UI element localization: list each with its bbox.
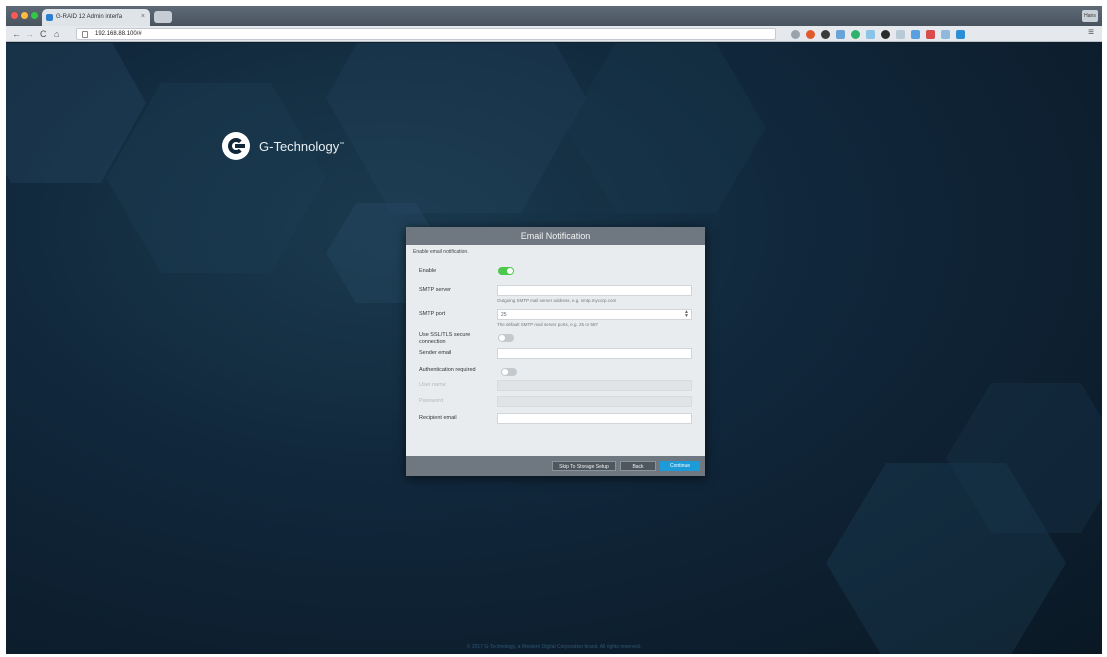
- toggle-knob: [507, 268, 513, 274]
- extension-icon[interactable]: [851, 29, 860, 39]
- page-icon: [82, 31, 88, 38]
- password-input: [497, 396, 692, 407]
- home-icon[interactable]: ⌂: [54, 28, 59, 40]
- extension-icons: [791, 29, 965, 39]
- ssl-label: Use SSL/TLS secure connection: [419, 332, 471, 345]
- back-button[interactable]: Back: [620, 461, 656, 471]
- minimize-window-icon[interactable]: [21, 12, 28, 19]
- favicon-icon: [46, 14, 53, 21]
- menu-icon[interactable]: ≡: [1088, 27, 1094, 38]
- page-footer: © 2017 G-Technology, a Western Digital C…: [466, 644, 642, 650]
- forward-icon[interactable]: →: [25, 28, 34, 40]
- extension-icon[interactable]: [881, 29, 890, 39]
- extension-icon[interactable]: [866, 29, 875, 39]
- reload-icon[interactable]: C: [40, 28, 47, 40]
- port-stepper-icon[interactable]: ▲ ▼: [684, 310, 689, 319]
- dialog-subtitle: Enable email notification.: [413, 249, 469, 255]
- tab-admin-interface[interactable]: G-RAID 12 Admin interfa ×: [42, 9, 150, 26]
- extension-icon[interactable]: [836, 29, 845, 39]
- extension-icon[interactable]: [821, 29, 830, 39]
- page-background: G-Technology™ © 2017 G-Technology, a Wes…: [6, 43, 1102, 654]
- extension-icon[interactable]: [896, 29, 905, 39]
- smtp-server-hint: Outgoing SMTP mail server address, e.g. …: [497, 298, 617, 303]
- star-icon[interactable]: [791, 29, 800, 39]
- browser-window: G-RAID 12 Admin interfa × Hans ← → C ⌂ 1…: [6, 6, 1102, 654]
- smtp-server-label: SMTP server: [419, 287, 451, 293]
- url-text: 192.168.88.100/#: [95, 31, 142, 37]
- enable-toggle[interactable]: [498, 267, 514, 275]
- email-notification-dialog: Email Notification Enable email notifica…: [406, 227, 705, 476]
- smtp-port-input[interactable]: 25 ▲ ▼: [497, 309, 692, 320]
- username-label: User name: [419, 382, 446, 388]
- authentication-label: Authentication required: [419, 367, 476, 373]
- tab-bar: G-RAID 12 Admin interfa × Hans: [6, 6, 1102, 26]
- g-logo-icon: [222, 132, 250, 160]
- dialog-title: Email Notification: [406, 227, 705, 245]
- extension-icon[interactable]: [806, 29, 815, 39]
- authentication-toggle[interactable]: [501, 368, 517, 376]
- username-input: [497, 380, 692, 391]
- smtp-server-input[interactable]: [497, 285, 692, 296]
- dialog-footer: Skip To Storage Setup Back Continue: [406, 456, 705, 476]
- continue-button[interactable]: Continue: [660, 461, 700, 471]
- tab-close-icon[interactable]: ×: [141, 13, 145, 20]
- skip-to-storage-setup-button[interactable]: Skip To Storage Setup: [552, 461, 616, 471]
- recipient-email-input[interactable]: [497, 413, 692, 424]
- extension-icon[interactable]: [941, 29, 950, 39]
- extension-icon[interactable]: [956, 29, 965, 39]
- toggle-knob: [499, 335, 505, 341]
- g-technology-logo: G-Technology™: [222, 132, 344, 160]
- background-hexagon: [566, 43, 766, 213]
- profile-button[interactable]: Hans: [1082, 10, 1098, 22]
- sender-email-input[interactable]: [497, 348, 692, 359]
- new-tab-button[interactable]: [154, 11, 172, 23]
- extension-icon[interactable]: [926, 29, 935, 39]
- toggle-knob: [502, 369, 508, 375]
- smtp-port-value: 25: [501, 312, 507, 318]
- browser-toolbar: ← → C ⌂ 192.168.88.100/# ≡: [6, 26, 1102, 42]
- maximize-window-icon[interactable]: [31, 12, 38, 19]
- sender-email-label: Sender email: [419, 350, 452, 356]
- background-hexagon: [326, 43, 586, 213]
- tab-title: G-RAID 12 Admin interfa: [56, 14, 123, 20]
- address-bar[interactable]: 192.168.88.100/#: [76, 28, 776, 40]
- smtp-port-hint: The default SMTP mail server ports, e.g.…: [497, 322, 598, 327]
- recipient-email-label: Recipient email: [419, 415, 457, 421]
- trademark: ™: [339, 141, 345, 148]
- back-icon[interactable]: ←: [12, 28, 21, 40]
- close-window-icon[interactable]: [11, 12, 18, 19]
- brand-name: G-Technology: [259, 138, 340, 154]
- smtp-port-label: SMTP port: [419, 311, 446, 317]
- extension-icon[interactable]: [911, 29, 920, 39]
- password-label: Password: [419, 398, 444, 404]
- enable-label: Enable: [419, 268, 437, 274]
- ssl-toggle[interactable]: [498, 334, 514, 342]
